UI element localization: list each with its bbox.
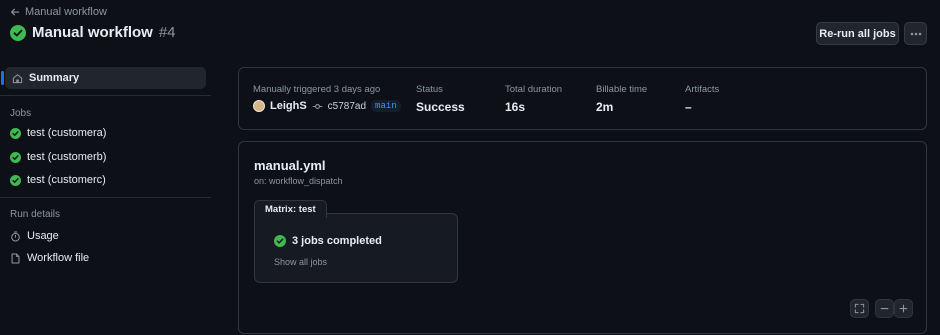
branch-badge[interactable]: main	[371, 100, 401, 112]
sidebar-heading-run-details: Run details	[10, 209, 61, 220]
back-link-label: Manual workflow	[25, 6, 107, 18]
billable-value: 2m	[596, 100, 614, 114]
git-commit-icon	[312, 103, 322, 109]
artifacts-label: Artifacts	[685, 84, 720, 95]
sidebar-divider	[0, 197, 211, 198]
zoom-in-button[interactable]	[894, 299, 913, 318]
workflow-graph-card: manual.yml on: workflow_dispatch 3 jobs …	[238, 141, 927, 334]
sidebar-divider	[0, 95, 211, 96]
active-indicator	[1, 71, 4, 85]
duration-value: 16s	[505, 100, 526, 114]
run-number: #4	[158, 24, 176, 41]
home-icon	[12, 73, 23, 83]
duration-label: Total duration	[505, 84, 563, 95]
rerun-all-jobs-button[interactable]: Re-run all jobs	[816, 22, 899, 45]
arrow-left-icon	[11, 8, 20, 16]
page-title-row: Manual workflow #4	[10, 24, 176, 41]
plus-icon	[899, 304, 908, 313]
sidebar-item-job[interactable]: test (customerb)	[10, 151, 106, 163]
back-link[interactable]: Manual workflow	[10, 6, 107, 18]
success-check-icon	[10, 174, 21, 186]
status-label: Status	[416, 84, 443, 95]
success-check-icon	[10, 127, 21, 139]
run-summary-card: Manually triggered 3 days ago LeighS c57…	[238, 67, 927, 130]
trigger-text: Manually triggered 3 days ago	[253, 84, 381, 95]
show-all-jobs-link[interactable]: Show all jobs	[274, 257, 327, 267]
sidebar-item-summary[interactable]: Summary	[1, 67, 206, 89]
sidebar-item-label: test (customerc)	[27, 174, 106, 186]
sidebar-item-label: test (customerb)	[27, 151, 107, 163]
avatar[interactable]	[253, 100, 265, 112]
sidebar-item-label: Workflow file	[27, 252, 90, 264]
page-title: Manual workflow	[32, 24, 153, 41]
jobs-completed-status: 3 jobs completed	[274, 235, 382, 247]
workflow-file-name: manual.yml	[254, 158, 326, 173]
sidebar-heading-jobs: Jobs	[10, 108, 32, 119]
sidebar-item-label: Summary	[29, 72, 80, 84]
jobs-completed-label: 3 jobs completed	[292, 235, 382, 247]
success-check-icon	[274, 235, 286, 247]
sidebar-item-job[interactable]: test (customerc)	[10, 174, 106, 186]
artifacts-value: –	[685, 100, 692, 114]
fullscreen-button[interactable]	[850, 299, 869, 318]
sidebar-item-label: Usage	[27, 230, 59, 242]
status-value: Success	[416, 100, 465, 114]
matrix-label: Matrix: test	[254, 200, 327, 218]
sidebar-item-usage[interactable]: Usage	[10, 230, 59, 242]
actor-link[interactable]: LeighS	[270, 100, 307, 112]
workflow-trigger: on: workflow_dispatch	[254, 176, 343, 186]
kebab-horizontal-icon	[910, 32, 921, 35]
more-options-button[interactable]	[904, 22, 927, 45]
sidebar-item-workflow-file[interactable]: Workflow file	[10, 252, 89, 264]
success-check-icon	[10, 24, 26, 41]
zoom-out-button[interactable]	[875, 299, 894, 318]
matrix-job-node[interactable]: 3 jobs completed Show all jobs	[254, 213, 458, 283]
minus-icon	[880, 307, 889, 310]
success-check-icon	[10, 151, 21, 163]
sidebar-item-job[interactable]: test (customera)	[10, 127, 106, 139]
file-icon	[11, 253, 20, 263]
billable-label: Billable time	[596, 84, 648, 95]
trigger-details: LeighS c5787ad main	[253, 100, 401, 112]
commit-sha-link[interactable]: c5787ad	[328, 101, 366, 112]
stopwatch-icon	[11, 231, 20, 241]
sidebar-item-label: test (customera)	[27, 127, 107, 139]
fullscreen-icon	[854, 303, 865, 314]
